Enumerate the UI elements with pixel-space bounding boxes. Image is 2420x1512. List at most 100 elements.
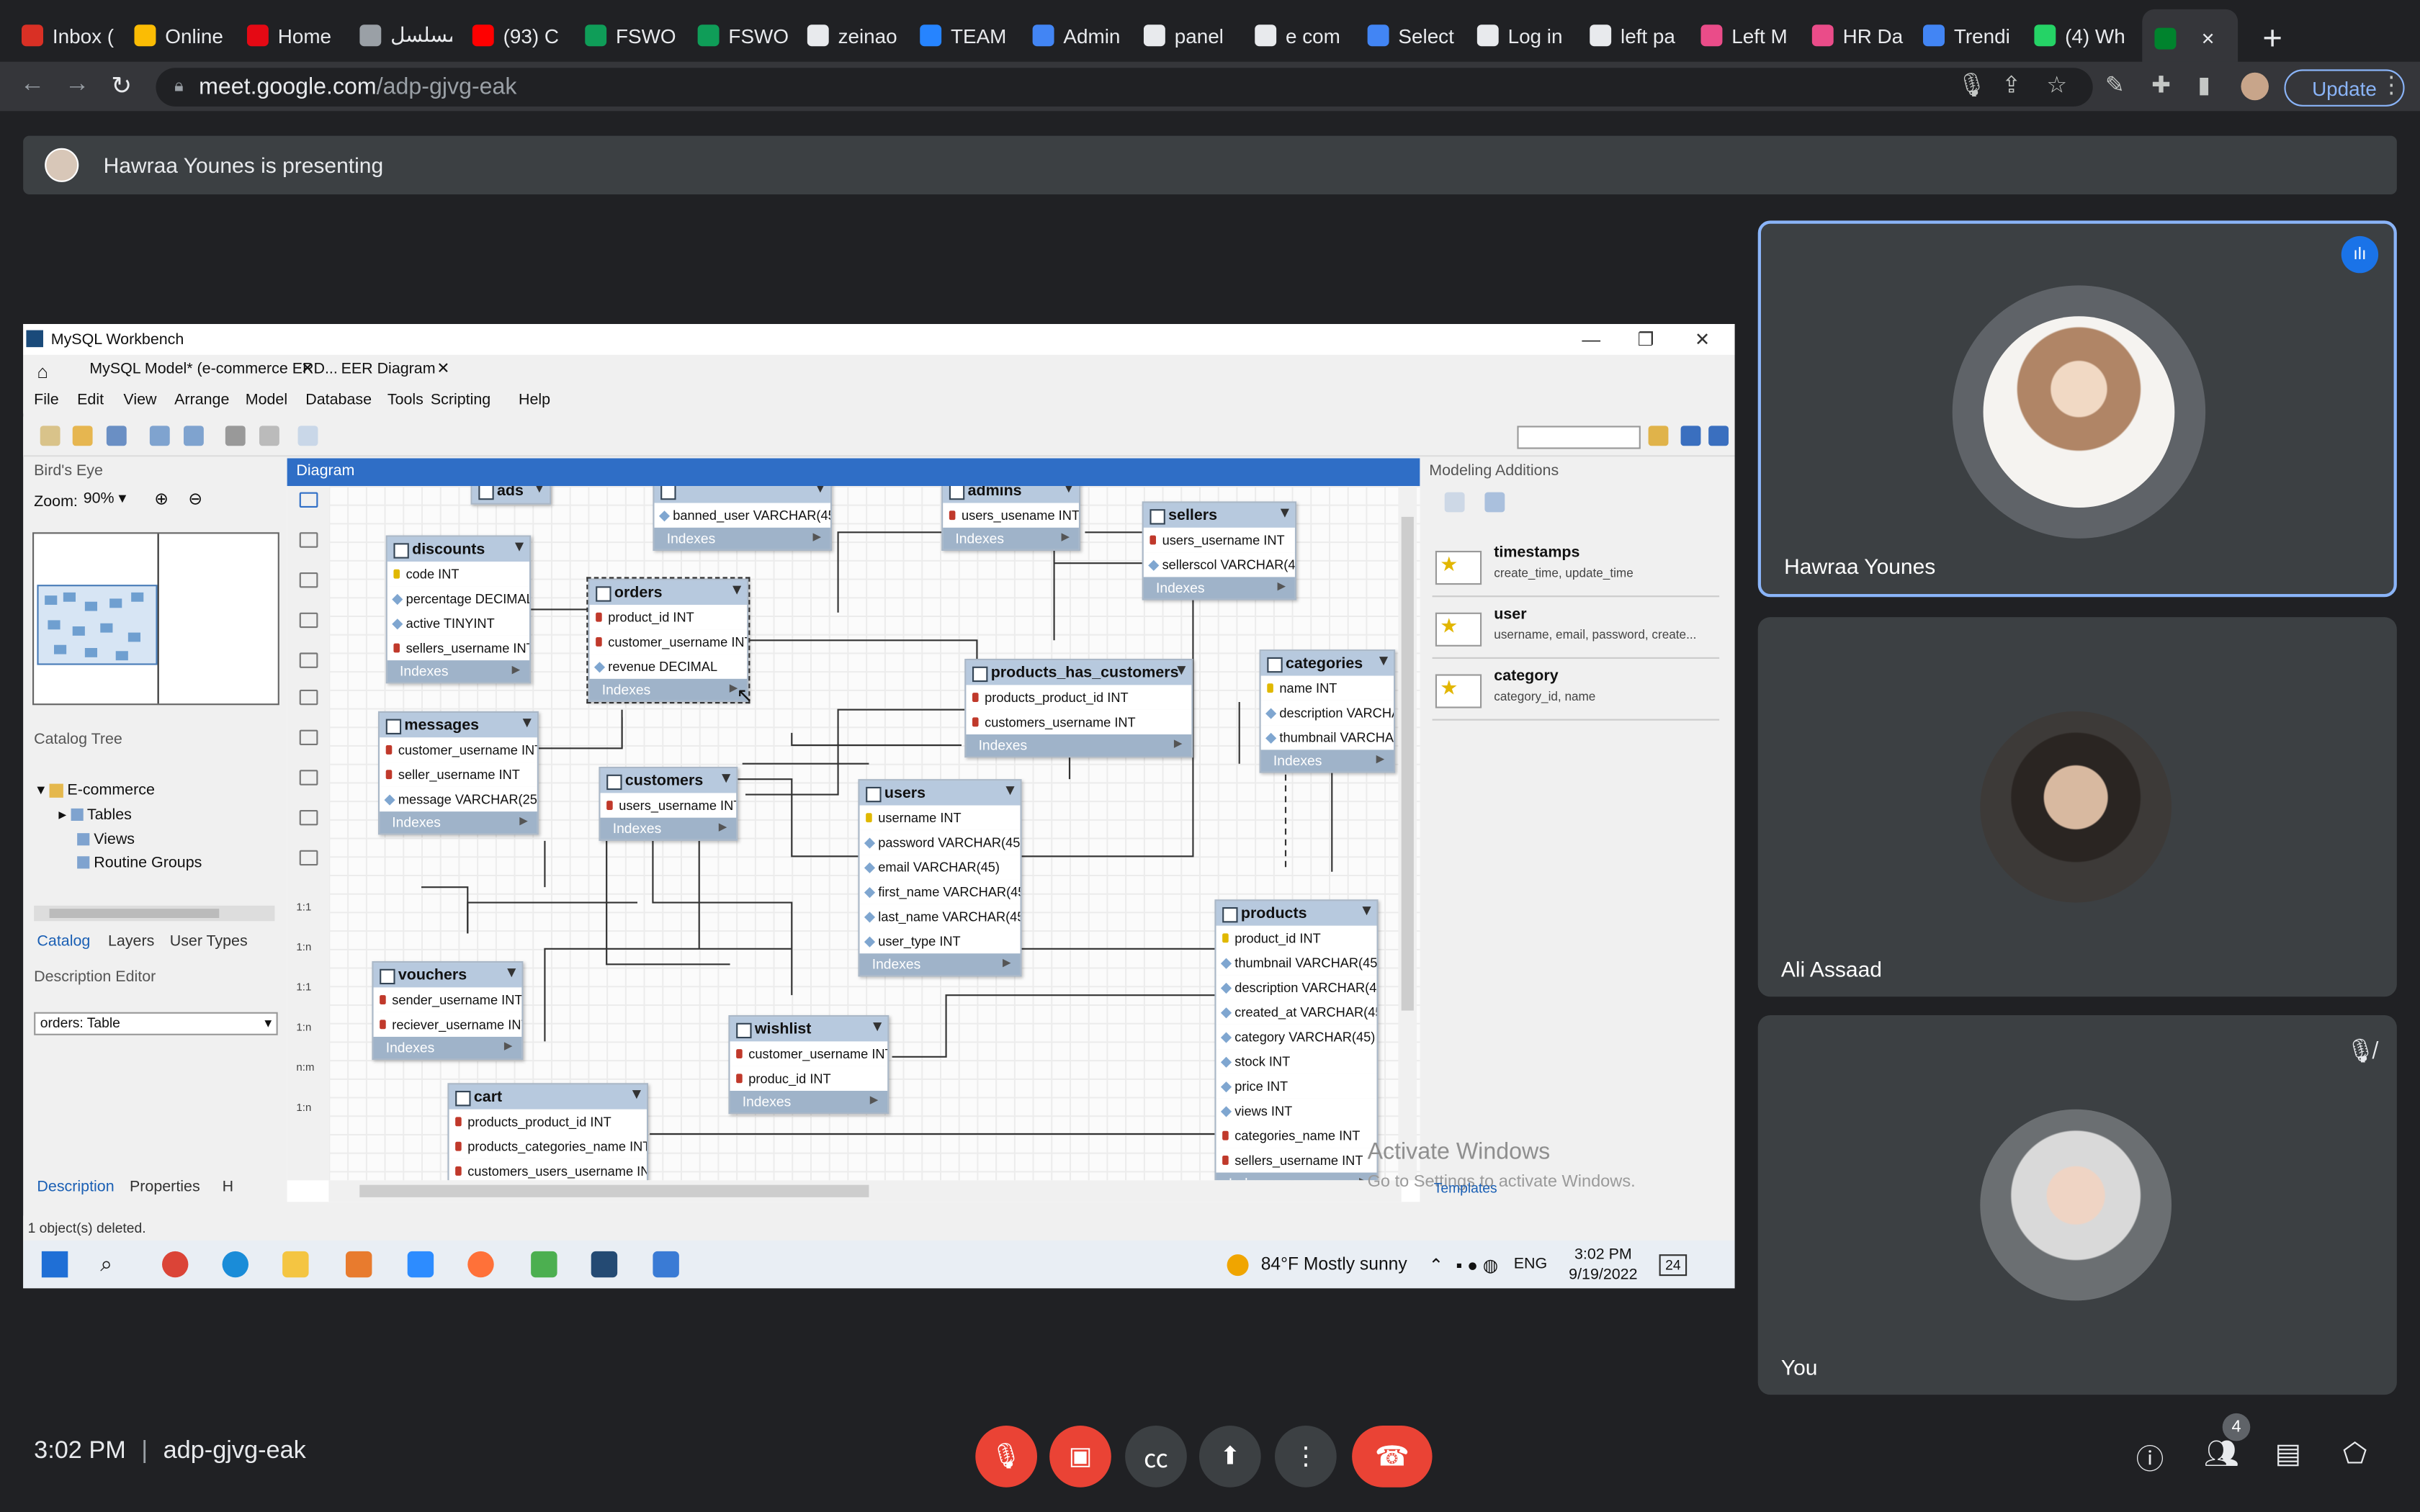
browser-tab[interactable]: ✕ [2142,9,2238,68]
birds-eye-navigator[interactable] [32,532,279,706]
slack-icon[interactable] [531,1251,557,1278]
save-icon[interactable] [106,426,127,446]
undo-icon[interactable] [149,426,170,446]
browser-tab[interactable]: (93) C [472,12,565,58]
template-user[interactable]: user username, email, password, create... [1432,600,1720,659]
browser-tab[interactable]: Select [1367,12,1461,58]
diagram-vscrollbar[interactable] [1398,486,1417,1181]
entity-column[interactable]: sender_username INT [373,987,522,1012]
entity-column[interactable]: name INT [1260,675,1394,701]
tray-icons[interactable]: ▪ ● ◍ [1456,1254,1498,1275]
panel-layout-right-icon[interactable] [1708,426,1729,446]
table-entity-vouchers[interactable]: voucherssender_username INTreciever_user… [372,961,524,1061]
entity-indexes[interactable]: Indexes [1143,577,1295,599]
entity-header[interactable]: messages [380,712,537,738]
menu-database[interactable]: Database [305,392,372,409]
browser-tab[interactable]: e com [1255,12,1348,58]
activities-icon[interactable]: ⬠ [2343,1438,2367,1470]
table-entity-messages[interactable]: messagescustomer_username INTseller_user… [378,711,539,835]
template-timestamps[interactable]: timestamps create_time, update_time [1432,539,1720,598]
browser-tab[interactable]: Inbox ( [22,12,115,58]
entity-column[interactable]: password VARCHAR(45) [859,829,1021,855]
entity-column[interactable]: product_id INT [1216,925,1377,950]
edge-icon[interactable] [222,1251,248,1278]
entity-indexes[interactable]: Indexes [654,527,830,549]
firefox-icon[interactable] [467,1251,494,1278]
entity-column[interactable]: reciever_username INT [373,1012,522,1037]
entity-column[interactable]: active TINYINT [387,611,529,636]
table-entity-ads[interactable]: ads [470,486,551,505]
new-tab-button[interactable]: + [2262,19,2282,59]
close-window-icon[interactable]: ✕ [1695,328,1711,350]
browser-tab[interactable]: Online [134,12,227,58]
pointer-tool-icon[interactable] [299,492,318,508]
table-entity-discounts[interactable]: discountscode INTpercentage DECIMALactiv… [385,535,532,684]
entity-column[interactable]: customer_username INT [380,737,537,762]
tab-user-types[interactable]: User Types [170,933,248,950]
captions-button[interactable]: ㏄ [1125,1425,1187,1488]
browser-tab[interactable]: مسلسل [359,12,452,58]
app-icon[interactable] [346,1251,372,1278]
search-icon[interactable]: ⌕ [100,1251,126,1277]
entity-column[interactable]: users_usename INT [943,503,1079,528]
entity-column[interactable]: percentage DECIMAL [387,586,529,611]
hand-tool-icon[interactable] [299,532,318,548]
tree-hscrollbar[interactable] [34,905,275,922]
toggle-grid-icon[interactable] [225,426,246,446]
tab-templates[interactable]: Templates [1434,1180,1497,1195]
entity-header[interactable]: orders [589,580,748,605]
entity-header[interactable]: customers [600,768,737,793]
find-icon[interactable] [1648,426,1669,446]
add-template-icon[interactable] [1444,492,1465,513]
routine-tool-icon[interactable] [299,810,318,826]
zoom-select[interactable]: 90% ▾ [84,490,142,512]
relationship-tool-4[interactable]: n:m [296,1063,314,1074]
image-tool-icon[interactable] [299,689,318,706]
entity-column[interactable]: last_name VARCHAR(45) [859,904,1021,929]
taskbar-clock[interactable]: 3:02 PM 9/19/2022 [1569,1244,1637,1284]
camera-off-button[interactable]: ▣ [1049,1425,1111,1488]
address-bar[interactable]: 🔒︎ meet.google.com/adp-gjvg-eak [156,68,2093,107]
mic-off-button[interactable]: 🎙︎ [975,1425,1037,1488]
menu-tools[interactable]: Tools [387,392,424,409]
table-entity-cart[interactable]: cartproducts_product_id INTproducts_cate… [447,1083,648,1181]
entity-column[interactable]: products_product_id INT [449,1109,647,1134]
entity-indexes[interactable]: Indexes [387,660,529,683]
browser-tab[interactable]: Left M [1700,12,1793,58]
entity-column[interactable]: email VARCHAR(45) [859,855,1021,880]
browser-tab[interactable]: FSWO [697,12,791,58]
menu-file[interactable]: File [34,392,59,409]
participant-tile-ali[interactable]: Ali Assaad [1757,617,2397,997]
entity-column[interactable]: users_username INT [1143,527,1295,553]
menu-kebab-icon[interactable]: ⋮ [2380,71,2403,99]
table-entity-categories[interactable]: categoriesname INTdescription VARCHAR(45… [1259,649,1396,773]
eraser-tool-icon[interactable] [299,572,318,588]
tree-root-e-commerce[interactable]: ▾ E-commerce [37,782,154,799]
weather-text[interactable]: 84°F Mostly sunny [1261,1255,1407,1274]
table-entity-orders[interactable]: ordersproduct_id INTcustomer_username IN… [586,577,750,704]
table-entity-sellers[interactable]: sellersusers_username INTsellerscol VARC… [1142,501,1296,600]
minimize-icon[interactable]: — [1582,328,1600,350]
entity-column[interactable]: views INT [1216,1098,1377,1123]
menu-model[interactable]: Model [246,392,287,409]
layer-tool-icon[interactable] [299,612,318,629]
entity-column[interactable]: users_username INT [600,793,737,818]
entity-column[interactable]: thumbnail VARCHAR(45) [1260,725,1394,750]
relationship-tool-0[interactable]: 1:1 [296,903,311,914]
zoom-icon[interactable] [407,1251,434,1278]
close-tab-icon[interactable]: ✕ [2201,29,2215,49]
table-entity-products-has-customers[interactable]: products_has_customersproducts_product_i… [964,659,1193,758]
entity-column[interactable]: seller_username INT [380,762,537,787]
entity-column[interactable]: user_type INT [859,929,1021,954]
entity-column[interactable]: created_at VARCHAR(45) [1216,999,1377,1025]
home-icon[interactable]: ⌂ [37,361,48,382]
entity-column[interactable]: stock INT [1216,1049,1377,1074]
export-icon[interactable] [297,426,318,446]
tree-item-tables[interactable]: ▸ Tables [58,807,131,824]
entity-header[interactable]: wishlist [730,1017,888,1042]
entity-header[interactable]: vouchers [373,963,522,988]
relationship-tool-3[interactable]: 1:n [296,1023,311,1034]
menu-scripting[interactable]: Scripting [431,392,490,409]
table-entity-users[interactable]: usersusername INTpassword VARCHAR(45)ema… [858,779,1022,977]
mysql-workbench-icon[interactable] [591,1251,618,1278]
